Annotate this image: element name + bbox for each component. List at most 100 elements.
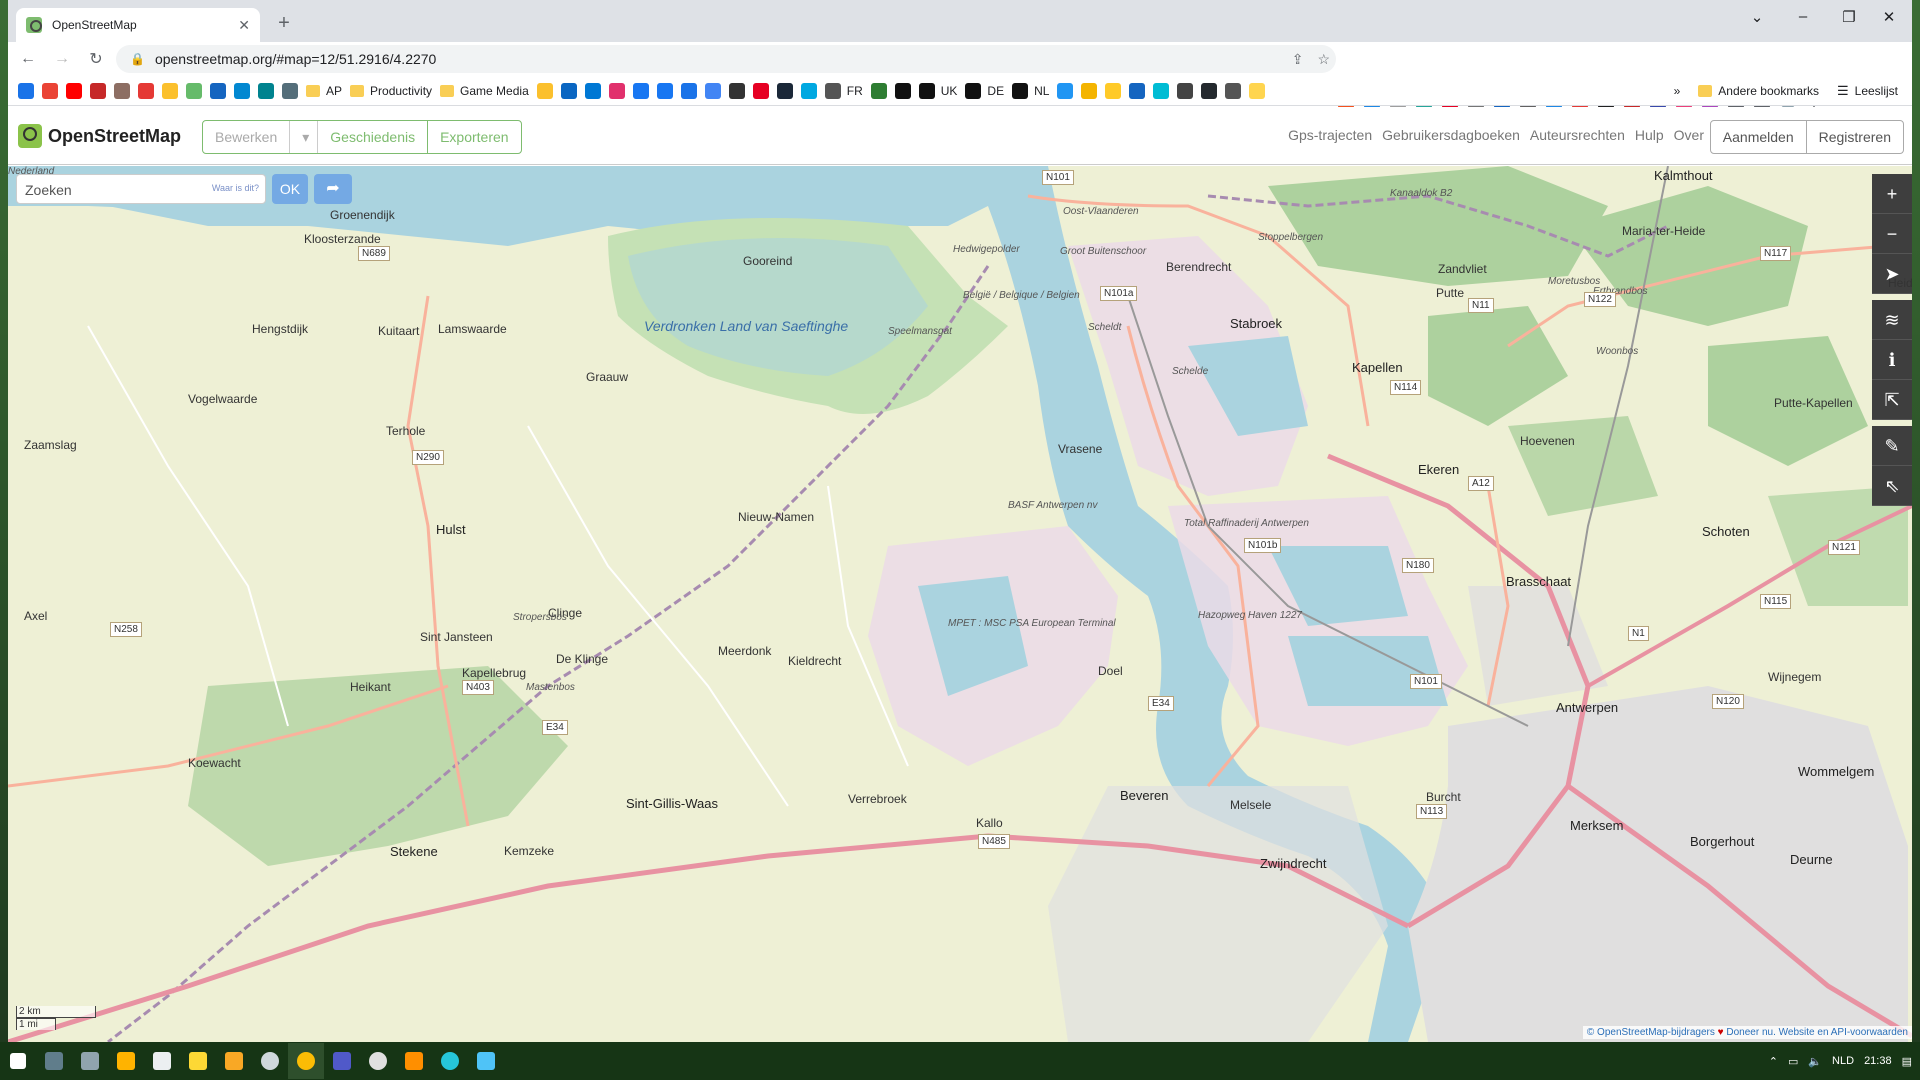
bookmark-item[interactable]: [1057, 82, 1074, 99]
bookmark-item[interactable]: [234, 82, 250, 99]
bookmark-item[interactable]: [752, 82, 769, 99]
taskbar-app[interactable]: [360, 1043, 396, 1079]
bookmark-item[interactable]: [1129, 82, 1146, 99]
bookmark-item[interactable]: DE: [965, 82, 1004, 99]
nav-gps-traces[interactable]: Gps-trajecten: [1288, 127, 1372, 143]
export-button[interactable]: Exporteren: [428, 121, 520, 153]
layers-button[interactable]: ≋: [1872, 300, 1912, 340]
clock[interactable]: 21:38: [1864, 1055, 1892, 1067]
bookmark-item[interactable]: FR: [824, 82, 863, 99]
osm-logo[interactable]: OpenStreetMap: [18, 124, 181, 148]
taskbar-app-active[interactable]: [288, 1043, 324, 1079]
taskbar-app[interactable]: [252, 1043, 288, 1079]
bookmark-item[interactable]: [162, 82, 178, 99]
volume-icon[interactable]: 🔈: [1808, 1055, 1822, 1068]
taskbar-app[interactable]: [180, 1043, 216, 1079]
edit-dropdown-chevron-icon[interactable]: ▾: [290, 121, 319, 153]
taskbar-app[interactable]: [432, 1043, 468, 1079]
bookmark-folder[interactable]: AP: [306, 84, 342, 98]
login-button[interactable]: Aanmelden: [1711, 121, 1807, 153]
tray-chevron-icon[interactable]: ⌃: [1769, 1055, 1778, 1068]
nav-about[interactable]: Over: [1674, 127, 1704, 143]
bookmark-folder[interactable]: Game Media: [440, 84, 529, 98]
taskbar-app[interactable]: [468, 1043, 504, 1079]
directions-button[interactable]: ➦: [314, 174, 352, 204]
nav-copyright[interactable]: Auteursrechten: [1530, 127, 1625, 143]
nav-user-diaries[interactable]: Gebruikersdagboeken: [1382, 127, 1520, 143]
donate-link[interactable]: Doneer nu.: [1726, 1027, 1775, 1038]
lock-icon[interactable]: 🔒: [130, 52, 145, 66]
taskbar-app[interactable]: [396, 1043, 432, 1079]
bookmark-folder[interactable]: Productivity: [350, 84, 432, 98]
bookmark-item[interactable]: [282, 82, 298, 99]
bookmark-item[interactable]: UK: [918, 82, 957, 99]
bookmark-item[interactable]: [1177, 82, 1194, 99]
share-icon[interactable]: ⇪: [1292, 51, 1304, 68]
edit-button[interactable]: Bewerken: [203, 121, 291, 153]
bookmark-item[interactable]: [632, 82, 649, 99]
address-bar[interactable]: 🔒 openstreetmap.org/#map=12/51.2916/4.22…: [116, 45, 1336, 73]
bookmark-item[interactable]: [18, 82, 34, 99]
bookmark-item[interactable]: [680, 82, 697, 99]
bookmark-item[interactable]: [186, 82, 202, 99]
zoom-in-button[interactable]: +: [1872, 174, 1912, 214]
bookmark-item[interactable]: [728, 82, 745, 99]
bookmark-item[interactable]: [704, 82, 721, 99]
map-key-button[interactable]: ℹ: [1872, 340, 1912, 380]
bookmark-item[interactable]: [656, 82, 673, 99]
bookmark-star-icon[interactable]: ☆: [1317, 51, 1330, 68]
share-button[interactable]: ⇱: [1872, 380, 1912, 420]
bookmark-item[interactable]: NL: [1012, 82, 1049, 99]
network-icon[interactable]: ▭: [1788, 1055, 1798, 1068]
bookmark-item[interactable]: [800, 82, 817, 99]
bookmark-item[interactable]: [894, 82, 911, 99]
query-features-button[interactable]: ⇖: [1872, 466, 1912, 506]
bookmark-item[interactable]: [1153, 82, 1170, 99]
browser-tab[interactable]: OpenStreetMap ✕: [16, 8, 260, 42]
history-button[interactable]: Geschiedenis: [318, 121, 429, 153]
reading-list-button[interactable]: ☰ Leeslijst: [1837, 83, 1898, 99]
map-canvas[interactable]: Zoeken Waar is dit? OK ➦ + − ➤ ≋ ℹ ⇱ ✎ ⇖…: [8, 166, 1912, 1042]
reload-button[interactable]: ↻: [82, 45, 110, 73]
more-bookmarks-button[interactable]: »: [1674, 84, 1681, 98]
bookmark-item[interactable]: [66, 82, 82, 99]
bookmark-item[interactable]: [1201, 82, 1218, 99]
language-indicator[interactable]: NLD: [1832, 1055, 1854, 1067]
bookmark-item[interactable]: [258, 82, 274, 99]
bookmark-item[interactable]: [138, 82, 154, 99]
search-input[interactable]: Zoeken Waar is dit?: [16, 174, 266, 204]
tab-close-icon[interactable]: ✕: [238, 17, 250, 34]
bookmark-item[interactable]: [870, 82, 887, 99]
start-button[interactable]: [0, 1043, 36, 1079]
taskbar-app[interactable]: [36, 1043, 72, 1079]
other-bookmarks-folder[interactable]: Andere bookmarks: [1698, 84, 1819, 98]
taskbar-app[interactable]: [144, 1043, 180, 1079]
notifications-icon[interactable]: ▤: [1902, 1055, 1912, 1068]
zoom-out-button[interactable]: −: [1872, 214, 1912, 254]
minimize-button[interactable]: –: [1780, 8, 1826, 25]
forward-button[interactable]: →: [48, 45, 76, 73]
back-button[interactable]: ←: [14, 45, 42, 73]
bookmark-item[interactable]: [42, 82, 58, 99]
nav-help[interactable]: Hulp: [1635, 127, 1664, 143]
where-is-this-link[interactable]: Waar is dit?: [212, 183, 259, 193]
add-note-button[interactable]: ✎: [1872, 426, 1912, 466]
bookmark-item[interactable]: [210, 82, 226, 99]
bookmark-item[interactable]: [1105, 82, 1122, 99]
search-ok-button[interactable]: OK: [272, 174, 308, 204]
register-button[interactable]: Registreren: [1807, 121, 1903, 153]
terms-link[interactable]: Website en API-voorwaarden: [1779, 1027, 1908, 1038]
taskbar-app[interactable]: [216, 1043, 252, 1079]
taskbar-app[interactable]: [108, 1043, 144, 1079]
bookmark-item[interactable]: [90, 82, 106, 99]
bookmark-item[interactable]: [560, 82, 577, 99]
bookmark-item[interactable]: [114, 82, 130, 99]
bookmark-item[interactable]: [1081, 82, 1098, 99]
bookmark-item[interactable]: [536, 82, 553, 99]
bookmark-item[interactable]: [584, 82, 601, 99]
tab-search-icon[interactable]: ⌄: [1734, 8, 1780, 26]
bookmark-item[interactable]: [1225, 82, 1242, 99]
bookmark-item[interactable]: [776, 82, 793, 99]
bookmark-item[interactable]: [608, 82, 625, 99]
taskbar-app[interactable]: [324, 1043, 360, 1079]
